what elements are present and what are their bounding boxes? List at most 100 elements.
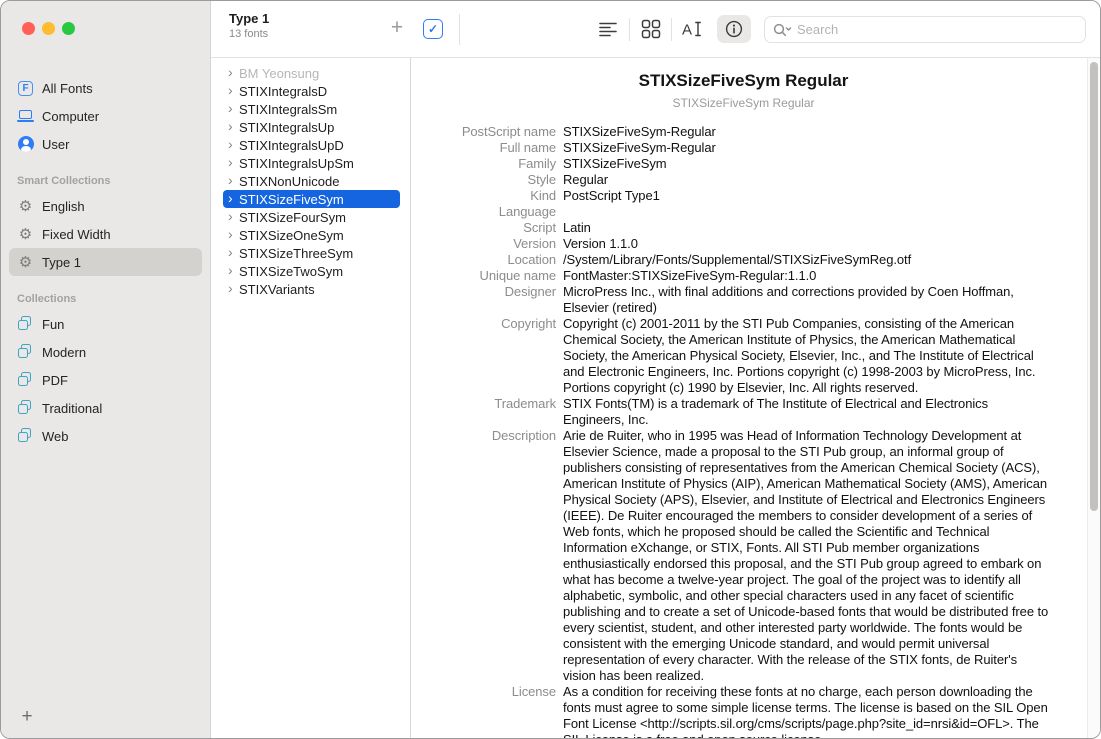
font-family-name: STIXNonUnicode [239,174,339,189]
font-family-row[interactable]: ›BM Yeonsung [223,64,400,82]
sidebar-item-user[interactable]: User [9,130,202,158]
sidebar-item-label: Modern [42,345,86,360]
sidebar-item-web[interactable]: Web [9,422,202,450]
search-icon [773,23,792,37]
font-family-name: STIXIntegralsSm [239,102,337,117]
search-input[interactable] [797,22,1077,37]
add-collection-button[interactable]: + [16,706,38,728]
sidebar-item-label: User [42,137,69,152]
chevron-right-icon[interactable]: › [228,245,239,259]
field-label: Family [411,156,563,172]
sidebar-item-label: PDF [42,373,68,388]
chevron-right-icon[interactable]: › [228,263,239,277]
field-value: Copyright (c) 2001-2011 by the STI Pub C… [563,316,1050,396]
sidebar-section-header-smart-collections: Smart Collections [17,172,210,190]
toolbar-divider [671,18,672,41]
sidebar-item-computer[interactable]: Computer [9,102,202,130]
field-trademark: TrademarkSTIX Fonts(TM) is a trademark o… [411,396,1076,428]
chevron-right-icon[interactable]: › [228,65,239,79]
minimize-window-button[interactable] [42,22,55,35]
field-value: STIXSizeFiveSym-Regular [563,140,1050,156]
sidebar-item-label: English [42,199,85,214]
field-value: /System/Library/Fonts/Supplemental/STIXS… [563,252,1050,268]
field-label: Version [411,236,563,252]
font-family-row[interactable]: ›STIXNonUnicode [223,172,400,190]
gear-icon: ⚙ [19,227,32,242]
font-attribute-fields: PostScript nameSTIXSizeFiveSym-RegularFu… [411,124,1076,738]
user-icon [18,136,34,152]
sidebar-item-english[interactable]: ⚙ English [9,192,202,220]
field-value: Version 1.1.0 [563,236,1050,252]
font-family-name: STIXSizeFourSym [239,210,346,225]
font-family-row[interactable]: ›STIXSizeTwoSym [223,262,400,280]
field-license: LicenseAs a condition for receiving thes… [411,684,1076,738]
scrollbar-thumb[interactable] [1090,62,1098,511]
add-font-button[interactable]: + [386,15,408,41]
field-family: FamilySTIXSizeFiveSym [411,156,1076,172]
font-family-name: BM Yeonsung [239,66,319,81]
close-window-button[interactable] [22,22,35,35]
field-kind: KindPostScript Type1 [411,188,1076,204]
field-label: Script [411,220,563,236]
chevron-right-icon[interactable]: › [228,155,239,169]
text-cursor-icon: A [681,19,703,39]
field-full-name: Full nameSTIXSizeFiveSym-Regular [411,140,1076,156]
font-family-row[interactable]: ›STIXIntegralsUpSm [223,154,400,172]
search-field[interactable] [764,16,1086,43]
sidebar-item-fixed-width[interactable]: ⚙Fixed Width [9,220,202,248]
font-family-row[interactable]: ›STIXSizeFourSym [223,208,400,226]
vertical-scrollbar[interactable] [1087,58,1100,738]
info-icon [724,19,744,39]
field-value: Arie de Ruiter, who in 1995 was Head of … [563,428,1050,684]
font-count: 13 fonts [229,28,269,40]
sidebar-item-traditional[interactable]: Traditional [9,394,202,422]
gear-icon: ⚙ [19,199,32,214]
chevron-right-icon[interactable]: › [228,101,239,115]
field-description: DescriptionArie de Ruiter, who in 1995 w… [411,428,1076,684]
field-label: PostScript name [411,124,563,140]
chevron-right-icon[interactable]: › [228,119,239,133]
sidebar-item-modern[interactable]: Modern [9,338,202,366]
sample-text-view-button[interactable]: A [675,15,709,43]
sidebar-item-all-fonts[interactable]: FAll Fonts [9,74,202,102]
font-family-row[interactable]: ›STIXIntegralsD [223,82,400,100]
font-family-row[interactable]: ›STIXSizeOneSym [223,226,400,244]
font-list: ›BM Yeonsung›STIXIntegralsD›STIXIntegral… [211,58,411,738]
info-view-button[interactable] [717,15,751,43]
collection-icon [18,316,34,332]
grid-view-icon [641,19,661,39]
chevron-right-icon[interactable]: › [228,83,239,97]
field-label: Copyright [411,316,563,396]
font-family-row[interactable]: ›STIXIntegralsUp [223,118,400,136]
field-value: Latin [563,220,1050,236]
font-family-row[interactable]: ›STIXIntegralsUpD [223,136,400,154]
field-copyright: CopyrightCopyright (c) 2001-2011 by the … [411,316,1076,396]
chevron-right-icon[interactable]: › [228,281,239,295]
enable-font-checkbox[interactable]: ✓ [423,19,443,39]
zoom-window-button[interactable] [62,22,75,35]
field-style: StyleRegular [411,172,1076,188]
font-family-row[interactable]: ›STIXVariants [223,280,400,298]
grid-view-button[interactable] [634,15,668,43]
chevron-right-icon[interactable]: › [228,173,239,187]
chevron-right-icon[interactable]: › [228,137,239,151]
chevron-right-icon[interactable]: › [228,191,239,205]
sidebar-item-type-1[interactable]: ⚙Type 1 [9,248,202,276]
font-family-row[interactable]: ›STIXSizeThreeSym [223,244,400,262]
chevron-right-icon[interactable]: › [228,227,239,241]
sidebar-collections-group: Smart Collections ⚙ English ⚙Fixed Width⚙Ty… [1,172,210,450]
field-label: Location [411,252,563,268]
field-language: Language [411,204,1076,220]
collection-icon [18,344,34,360]
sidebar-item-fun[interactable]: Fun [9,310,202,338]
sidebar-item-label: All Fonts [42,81,93,96]
field-value: FontMaster:STIXSizeFiveSym-Regular:1.1.0 [563,268,1050,284]
sidebar-item-pdf[interactable]: PDF [9,366,202,394]
chevron-right-icon[interactable]: › [228,209,239,223]
font-family-row[interactable]: ›STIXSizeFiveSym [223,190,400,208]
list-view-button[interactable] [591,15,625,43]
font-family-name: STIXIntegralsUpSm [239,156,354,171]
font-family-row[interactable]: ›STIXIntegralsSm [223,100,400,118]
field-location: Location/System/Library/Fonts/Supplement… [411,252,1076,268]
font-family-name: STIXIntegralsUp [239,120,334,135]
